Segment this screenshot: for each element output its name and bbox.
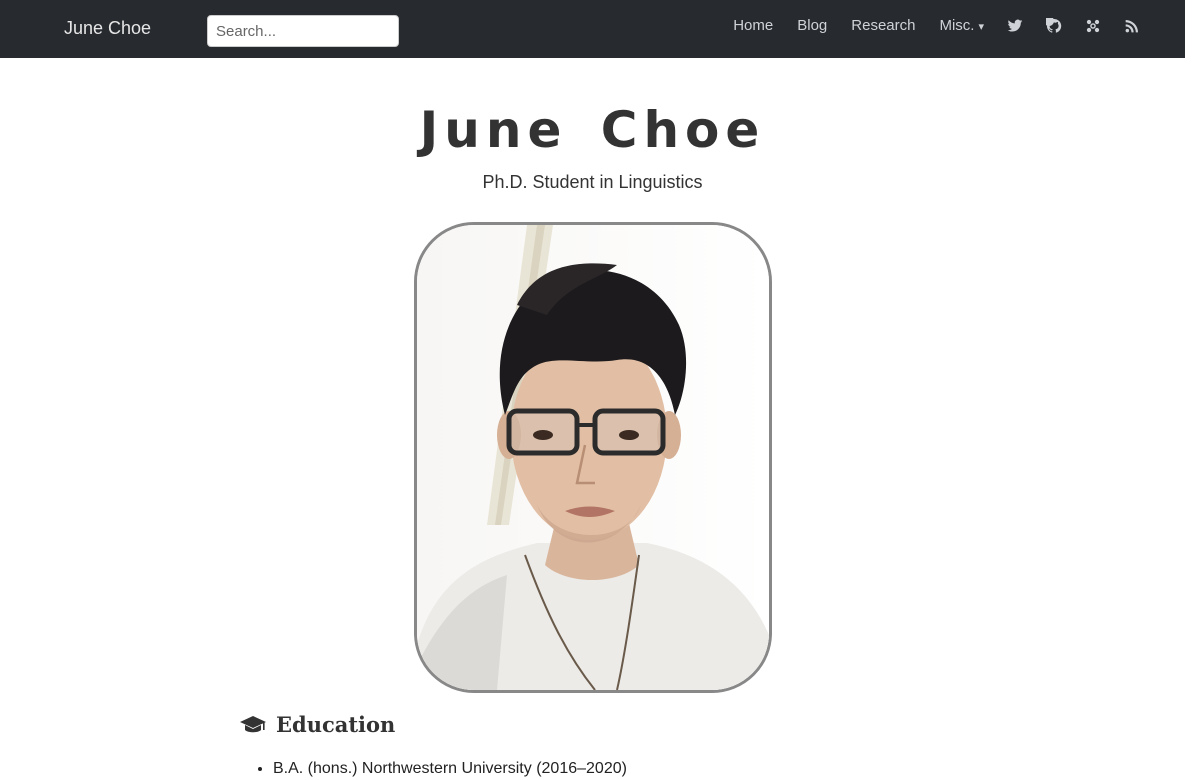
nav-misc-dropdown[interactable]: Misc. ▾: [939, 17, 984, 36]
page-edge: [1185, 0, 1200, 780]
nav-misc-label: Misc.: [939, 16, 975, 34]
search-input[interactable]: [207, 15, 399, 47]
main-content: June Choe Ph.D. Student in Linguistics E…: [0, 58, 1185, 780]
rss-icon[interactable]: [1123, 18, 1140, 35]
graduation-cap-icon: [240, 715, 266, 735]
twitter-icon[interactable]: [1006, 18, 1023, 35]
nav-home-link[interactable]: Home: [733, 17, 773, 35]
portrait-image: [417, 225, 769, 690]
education-heading: Education: [240, 712, 395, 737]
nav-menu: Home Blog Research Misc. ▾: [733, 17, 1140, 35]
profile-photo: [414, 222, 772, 693]
github-icon[interactable]: [1045, 18, 1062, 35]
list-item: B.A. (hons.) Northwestern University (20…: [273, 758, 627, 780]
education-list: B.A. (hons.) Northwestern University (20…: [251, 758, 627, 780]
site-title-link[interactable]: June Choe: [64, 18, 151, 39]
education-title: Education: [276, 712, 396, 737]
page-subtitle: Ph.D. Student in Linguistics: [482, 172, 703, 192]
nav-research-link[interactable]: Research: [851, 17, 915, 35]
nav-blog-link[interactable]: Blog: [797, 17, 827, 35]
page-title: June Choe: [419, 101, 766, 159]
top-navbar: June Choe Home Blog Research Misc.▾: [0, 0, 1185, 58]
caret-down-icon: ▾: [978, 20, 984, 33]
osf-icon[interactable]: [1084, 18, 1101, 35]
